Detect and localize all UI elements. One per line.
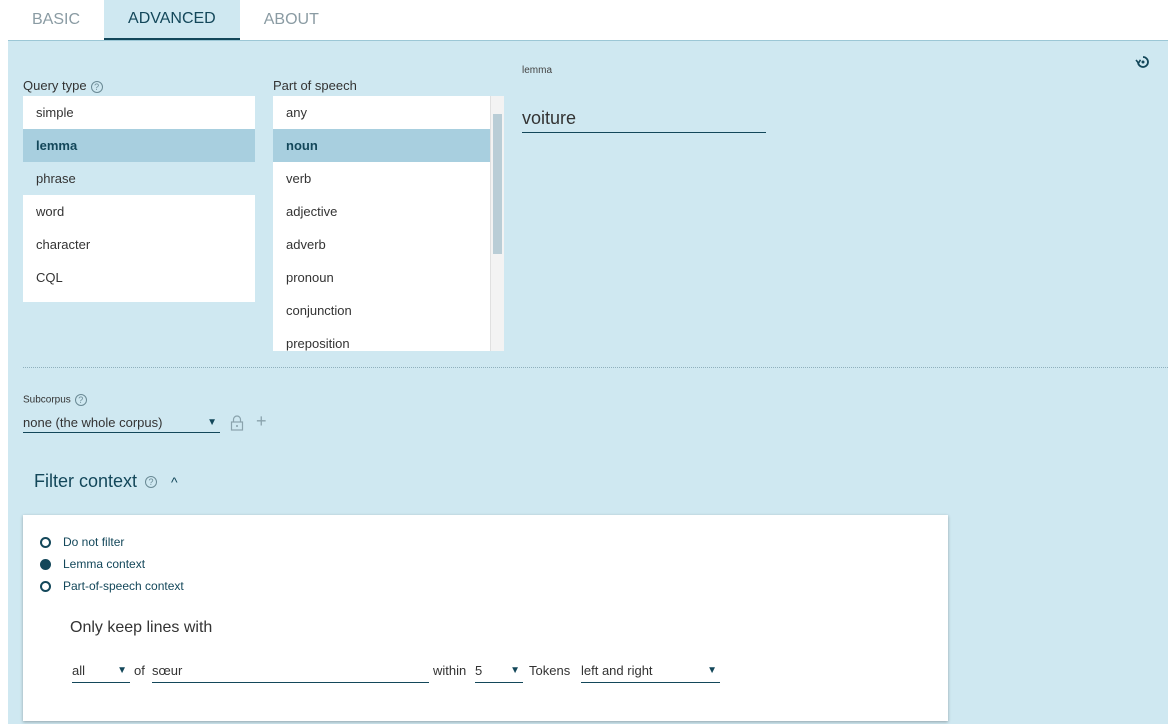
pos-conjunction[interactable]: conjunction bbox=[273, 294, 504, 327]
window-size-value: 5 bbox=[475, 663, 483, 678]
subcorpus-label: Subcorpus? bbox=[23, 394, 87, 406]
context-word-input[interactable]: sœur bbox=[152, 659, 429, 683]
divider bbox=[23, 367, 1168, 368]
filter-context-card: Do not filter Lemma context Part-of-spee… bbox=[23, 515, 948, 721]
radio-button[interactable] bbox=[40, 580, 51, 592]
radio-button[interactable] bbox=[40, 536, 51, 548]
chevron-down-icon: ▼ bbox=[510, 665, 520, 676]
advanced-panel: Query type? simple lemma phrase word cha… bbox=[8, 40, 1168, 724]
part-of-speech-list: any noun verb adjective adverb pronoun c… bbox=[273, 96, 504, 351]
pos-scroll-thumb[interactable] bbox=[493, 114, 502, 254]
lemma-label: lemma bbox=[522, 65, 553, 76]
radio-label: Do not filter bbox=[63, 535, 125, 549]
tokens-label: Tokens bbox=[529, 663, 571, 678]
chevron-down-icon: ▼ bbox=[207, 417, 217, 428]
of-label: of bbox=[134, 663, 145, 678]
filter-context-help-icon[interactable]: ? bbox=[145, 475, 158, 488]
tab-basic[interactable]: BASIC bbox=[8, 0, 104, 40]
lock-icon[interactable] bbox=[230, 415, 244, 431]
radio-button-selected[interactable] bbox=[40, 558, 51, 570]
pos-scrollbar[interactable] bbox=[490, 96, 504, 351]
chevron-down-icon: ▼ bbox=[117, 665, 127, 676]
add-subcorpus-icon[interactable]: + bbox=[256, 411, 267, 432]
tab-bar: BASIC ADVANCED ABOUT bbox=[8, 0, 1168, 40]
subcorpus-help-icon[interactable]: ? bbox=[74, 394, 87, 406]
pos-adverb[interactable]: adverb bbox=[273, 228, 504, 261]
context-word-value: sœur bbox=[152, 663, 183, 678]
radio-lemma-context[interactable]: Lemma context bbox=[40, 557, 145, 571]
query-type-list: simple lemma phrase word character CQL bbox=[23, 96, 255, 302]
query-type-phrase[interactable]: phrase bbox=[23, 162, 255, 195]
quantifier-value: all bbox=[72, 663, 86, 678]
pos-noun[interactable]: noun bbox=[273, 129, 504, 162]
query-type-word[interactable]: word bbox=[23, 195, 255, 228]
pos-verb[interactable]: verb bbox=[273, 162, 504, 195]
reset-history-icon[interactable] bbox=[1134, 53, 1152, 71]
pos-adjective[interactable]: adjective bbox=[273, 195, 504, 228]
pos-any[interactable]: any bbox=[273, 96, 504, 129]
direction-select[interactable]: left and right ▼ bbox=[581, 659, 720, 683]
query-type-cql[interactable]: CQL bbox=[23, 261, 255, 294]
pos-pronoun[interactable]: pronoun bbox=[273, 261, 504, 294]
query-type-label: Query type? bbox=[23, 78, 103, 93]
radio-label: Lemma context bbox=[63, 557, 146, 571]
within-label: within bbox=[433, 663, 467, 678]
chevron-down-icon: ▼ bbox=[707, 665, 717, 676]
window-size-select[interactable]: 5 ▼ bbox=[475, 659, 523, 683]
subcorpus-select[interactable]: none (the whole corpus) ▼ bbox=[23, 413, 220, 433]
subcorpus-value: none (the whole corpus) bbox=[23, 415, 163, 430]
query-type-simple[interactable]: simple bbox=[23, 96, 255, 129]
filter-context-header[interactable]: Filter context ? ^ bbox=[34, 471, 178, 492]
lemma-input[interactable] bbox=[522, 105, 766, 133]
query-type-lemma[interactable]: lemma bbox=[23, 129, 255, 162]
radio-label: Part-of-speech context bbox=[63, 579, 184, 593]
only-keep-heading: Only keep lines with bbox=[70, 619, 213, 636]
radio-do-not-filter[interactable]: Do not filter bbox=[40, 535, 124, 549]
query-type-help-icon[interactable]: ? bbox=[90, 80, 103, 93]
radio-pos-context[interactable]: Part-of-speech context bbox=[40, 579, 184, 593]
direction-value: left and right bbox=[581, 663, 653, 678]
tab-about[interactable]: ABOUT bbox=[240, 0, 343, 40]
query-type-character[interactable]: character bbox=[23, 228, 255, 261]
pos-preposition[interactable]: preposition bbox=[273, 327, 504, 351]
part-of-speech-label: Part of speech bbox=[273, 78, 357, 93]
filter-context-title: Filter context bbox=[34, 471, 138, 491]
quantifier-select[interactable]: all ▼ bbox=[72, 659, 130, 683]
chevron-up-icon[interactable]: ^ bbox=[171, 474, 178, 490]
tab-advanced[interactable]: ADVANCED bbox=[104, 0, 240, 40]
